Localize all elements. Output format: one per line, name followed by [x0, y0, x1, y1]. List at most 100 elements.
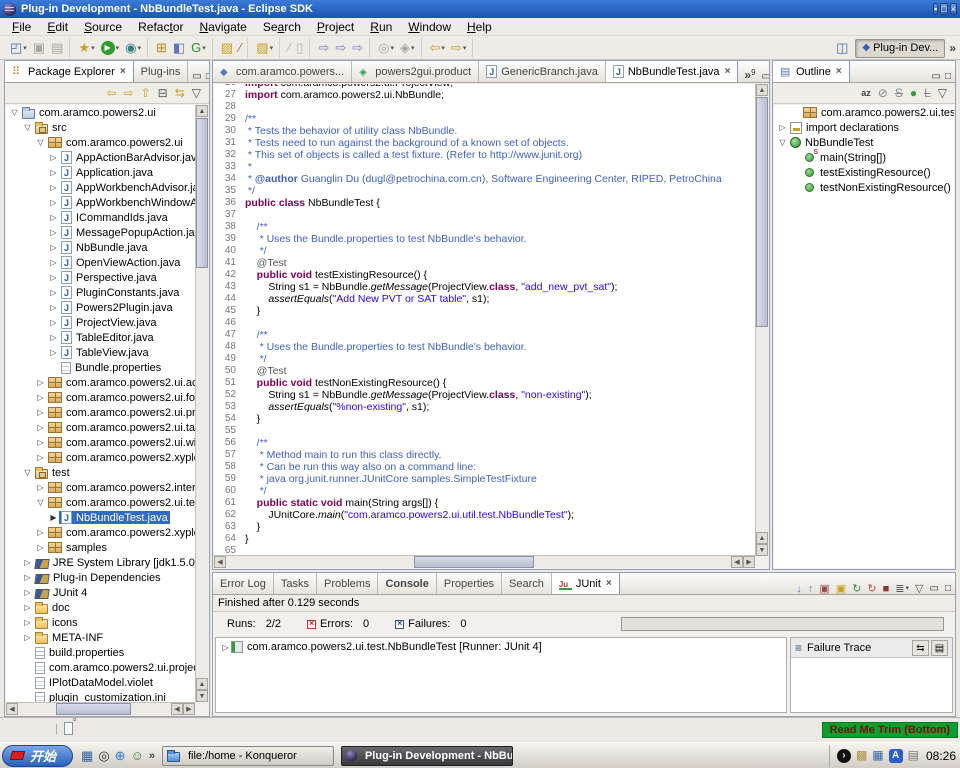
tree-item-samples[interactable]: ▷samples	[6, 540, 195, 555]
tree-item-com-aramco-powers2-internal-ui[interactable]: ▷com.aramco.powers2.internal.ui.	[6, 480, 195, 495]
expander-expanded-icon[interactable]: ▶	[48, 513, 59, 522]
tree-item-appactionbaradvisor-java[interactable]: ▷AppActionBarAdvisor.java	[6, 150, 195, 165]
tree-item-perspective-java[interactable]: ▷Perspective.java	[6, 270, 195, 285]
tab-tasks[interactable]: Tasks	[274, 573, 317, 594]
tree-item-com-aramco-powers2-ui[interactable]: ▽com.aramco.powers2.ui	[6, 135, 195, 150]
stop-test-button[interactable]: ■	[883, 584, 890, 594]
tree-item-tableeditor-java[interactable]: ▷TableEditor.java	[6, 330, 195, 345]
maximize-view-button[interactable]: □	[945, 584, 951, 594]
expander-collapsed-icon[interactable]: ▷	[35, 543, 46, 552]
menu-refactor[interactable]: Refactor	[130, 19, 191, 35]
scrollbar-thumb[interactable]	[196, 118, 208, 268]
expander-expanded-icon[interactable]: ▽	[22, 123, 33, 132]
tree-item-test[interactable]: ▽test	[6, 465, 195, 480]
task-file-home-konqueror[interactable]: file:/home - Konqueror	[162, 746, 334, 766]
open-perspective-button[interactable]: ◫	[834, 38, 850, 58]
expander-collapsed-icon[interactable]: ▷	[48, 153, 59, 162]
minimize-view-button[interactable]: ▭	[762, 72, 769, 82]
tree-item-com-aramco-powers2-ui-table[interactable]: ▷com.aramco.powers2.ui.table	[6, 420, 195, 435]
back-button[interactable]: ⇦▾	[428, 38, 447, 58]
menu-window[interactable]: Window	[400, 19, 459, 35]
expander-collapsed-icon[interactable]: ▷	[48, 333, 59, 342]
tab-plug-ins[interactable]: Plug-ins	[134, 61, 189, 82]
tree-item-projectview-java[interactable]: ▷ProjectView.java	[6, 315, 195, 330]
scroll-left-icon[interactable]	[6, 703, 18, 715]
forward-button[interactable]: ⇨▾	[449, 38, 468, 58]
close-icon[interactable]: ×	[606, 578, 612, 589]
tab-error-log[interactable]: Error Log	[213, 573, 274, 594]
expander-expanded-icon[interactable]: ▽	[35, 498, 46, 507]
plugin-view-button[interactable]: ◧	[171, 38, 187, 58]
menu-file[interactable]: File	[4, 19, 39, 35]
expander-collapsed-icon[interactable]: ▷	[777, 123, 788, 132]
menu-run[interactable]: Run	[362, 19, 400, 35]
tree-item-icommandids-java[interactable]: ▷ICommandIds.java	[6, 210, 195, 225]
close-icon[interactable]: ×	[725, 66, 731, 77]
stack-filter-button[interactable]: ⇆	[912, 640, 929, 656]
expander-collapsed-icon[interactable]: ▷	[48, 168, 59, 177]
scroll-down-icon[interactable]	[196, 690, 208, 702]
open-artifact-button[interactable]: ▨	[219, 38, 235, 58]
tree-item-junit-4[interactable]: ▷JUnit 4	[6, 585, 195, 600]
view-menu-button[interactable]: ▽	[915, 584, 923, 594]
tree-item-com-aramco-powers2-ui-project-moc[interactable]: com.aramco.powers2.ui.project.moc	[6, 660, 195, 675]
tree-item-testexistingresource[interactable]: testExistingResource()	[774, 165, 954, 180]
tree-item-src[interactable]: ▽src	[6, 120, 195, 135]
tree-item-com-aramco-powers2-ui[interactable]: ▽com.aramco.powers2.ui	[6, 105, 195, 120]
konqueror-find-icon[interactable]: ◎	[98, 748, 109, 764]
tree-item-appworkbenchadvisor-java[interactable]: ▷AppWorkbenchAdvisor.java	[6, 180, 195, 195]
prev-failure-button[interactable]: ↑	[808, 584, 814, 594]
new-wizard-button[interactable]: ◰▾	[8, 38, 29, 58]
compare-result-button[interactable]: ▤	[931, 640, 948, 656]
scroll-up-icon[interactable]	[196, 105, 208, 117]
tree-item-jre-system-library-jdk1-5-0-06[interactable]: ▷JRE System Library [jdk1.5.0_06]	[6, 555, 195, 570]
tree-item-com-aramco-powers2-xyplot-data[interactable]: ▷com.aramco.powers2.xyplot.data	[6, 525, 195, 540]
expander-collapsed-icon[interactable]: ▷	[22, 558, 33, 567]
perspective-plugin-dev-button[interactable]: ◆ Plug-in Dev...	[855, 39, 945, 58]
hide-fields-button[interactable]: ⊘	[878, 85, 888, 101]
scroll-left-icon[interactable]	[171, 703, 183, 715]
collapse-all-button[interactable]: ⊟	[158, 85, 168, 101]
tree-item-com-aramco-powers2-ui-forms[interactable]: ▷com.aramco.powers2.ui.forms	[6, 390, 195, 405]
expander-collapsed-icon[interactable]: ▷	[220, 643, 231, 652]
scrollbar-thumb[interactable]	[414, 556, 534, 568]
expander-collapsed-icon[interactable]: ▷	[48, 288, 59, 297]
expander-collapsed-icon[interactable]: ▷	[22, 633, 33, 642]
editor-vscrollbar[interactable]	[755, 84, 768, 556]
close-icon[interactable]: ×	[836, 66, 842, 77]
failures-only-button[interactable]: ▣	[819, 584, 829, 594]
scrollbar-thumb[interactable]	[56, 703, 131, 715]
expander-expanded-icon[interactable]: ▽	[35, 138, 46, 147]
tab-search[interactable]: Search	[502, 573, 552, 594]
expander-collapsed-icon[interactable]: ▷	[48, 228, 59, 237]
tab-problems[interactable]: Problems	[317, 573, 378, 594]
scroll-up-icon[interactable]	[756, 532, 768, 544]
expander-collapsed-icon[interactable]: ▷	[35, 378, 46, 387]
next-failure-button[interactable]: ↓	[796, 584, 802, 594]
tree-item-main-string[interactable]: main(String[])	[774, 150, 954, 165]
contacts-icon[interactable]: ☺	[131, 748, 144, 764]
open-folder-button[interactable]: ▧▾	[254, 38, 275, 58]
scroll-right-icon[interactable]	[183, 703, 195, 715]
klipper-icon[interactable]: ▩	[856, 748, 867, 763]
fast-view-icon[interactable]	[64, 722, 73, 735]
tab-junit[interactable]: JUnit×	[552, 573, 620, 594]
menu-help[interactable]: Help	[459, 19, 500, 35]
tree-item-plug-in-dependencies[interactable]: ▷Plug-in Dependencies	[6, 570, 195, 585]
rerun-test-button[interactable]: ↻	[852, 584, 861, 594]
expander-collapsed-icon[interactable]: ▷	[48, 198, 59, 207]
expander-collapsed-icon[interactable]: ▷	[35, 453, 46, 462]
code-editor[interactable]: 26import com.aramco.powers2.ui.ProjectVi…	[214, 84, 755, 556]
printer-icon[interactable]: ▤	[908, 748, 919, 763]
expander-collapsed-icon[interactable]: ▷	[22, 603, 33, 612]
tab-package-explorer[interactable]: Package Explorer×	[5, 61, 134, 82]
expander-collapsed-icon[interactable]: ▷	[35, 423, 46, 432]
scroll-up-icon[interactable]	[756, 84, 768, 96]
hide-static-button[interactable]: S	[895, 85, 903, 101]
external-tools-button[interactable]: ◉▾	[123, 38, 143, 58]
input-method-icon[interactable]: A	[889, 749, 903, 763]
tree-item-com-aramco-powers2-ui-test[interactable]: ▽com.aramco.powers2.ui.test	[6, 495, 195, 510]
tree-item-com-aramco-powers2-ui-wizards[interactable]: ▷com.aramco.powers2.ui.wizards	[6, 435, 195, 450]
minimize-view-button[interactable]: ▭	[192, 72, 201, 82]
expander-collapsed-icon[interactable]: ▷	[48, 213, 59, 222]
